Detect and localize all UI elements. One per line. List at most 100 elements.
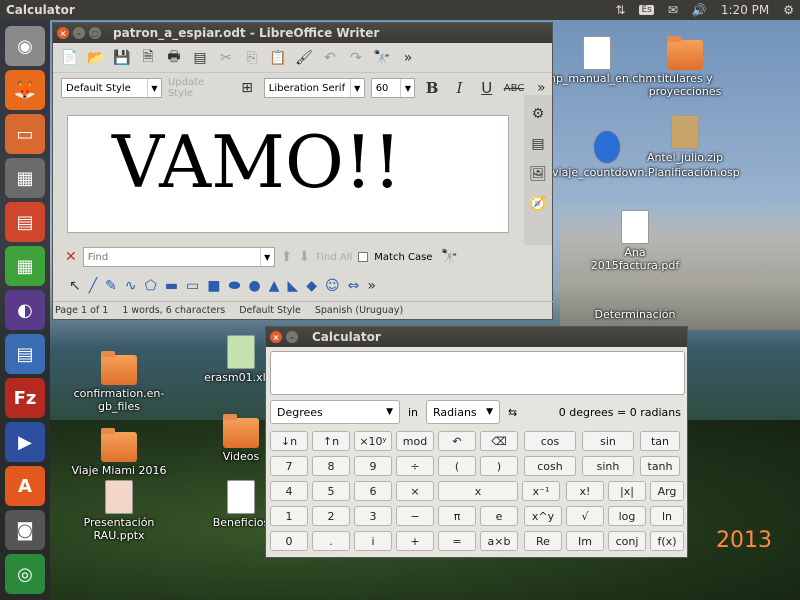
document-text[interactable]: VAMO!!: [112, 120, 402, 204]
screenshot-icon[interactable]: ◙: [5, 510, 45, 550]
clone-formatting-icon[interactable]: 🖌: [293, 47, 315, 69]
desktop-file-antel-zip[interactable]: Antel_julio.zip: [630, 115, 740, 164]
writer-titlebar[interactable]: × – ▢ patron_a_espiar.odt - LibreOffice …: [53, 23, 552, 43]
key-1-8[interactable]: tanh: [640, 456, 680, 476]
calculator-titlebar[interactable]: × – Calculator: [266, 327, 687, 347]
font-name-select[interactable]: Liberation Serif ▼: [263, 78, 365, 98]
desktop-file-ana-factura[interactable]: Ana 2015factura.pdf: [580, 210, 690, 272]
key-2-4[interactable]: x: [438, 481, 518, 501]
key-3-9[interactable]: ln: [650, 506, 684, 526]
maximize-icon[interactable]: ▢: [89, 27, 101, 39]
line-icon[interactable]: ╱: [89, 278, 97, 294]
diamond-icon[interactable]: ◆: [306, 278, 317, 294]
files-icon[interactable]: ▭: [5, 114, 45, 154]
key-0-6[interactable]: cos: [524, 431, 576, 451]
calculator-icon[interactable]: ▦: [5, 158, 45, 198]
key-0-5[interactable]: ⌫: [480, 431, 518, 451]
minimize-icon[interactable]: –: [73, 27, 85, 39]
clock[interactable]: 1:20 PM: [721, 3, 769, 17]
update-style-button[interactable]: Update Style: [168, 77, 231, 99]
double-arrow-icon[interactable]: ⇔: [348, 278, 360, 294]
key-0-8[interactable]: tan: [640, 431, 680, 451]
key-4-7[interactable]: Im: [566, 531, 604, 551]
more-icon[interactable]: »: [397, 47, 419, 69]
settings-gear-icon[interactable]: ⚙: [783, 3, 794, 17]
rounded-rectangle-icon[interactable]: ▭: [186, 278, 199, 294]
key-0-2[interactable]: ×10ʸ: [354, 431, 392, 451]
key-1-3[interactable]: ÷: [396, 456, 434, 476]
navigator-icon[interactable]: 🧭: [527, 193, 549, 215]
polygon-icon[interactable]: ⬠: [145, 278, 157, 294]
desktop-folder-titulares[interactable]: titulares y proyecciones: [630, 36, 740, 98]
key-3-3[interactable]: −: [396, 506, 434, 526]
close-icon[interactable]: ×: [270, 331, 282, 343]
bold-button[interactable]: B: [421, 77, 442, 99]
undo-icon[interactable]: ↶: [319, 47, 341, 69]
media-player-icon[interactable]: ▶: [5, 422, 45, 462]
impress-icon[interactable]: ▤: [5, 202, 45, 242]
key-2-8[interactable]: Arg: [650, 481, 684, 501]
rectangle-icon[interactable]: ▬: [165, 278, 178, 294]
paste-icon[interactable]: 📋: [267, 47, 289, 69]
print-preview-icon[interactable]: ▤: [189, 47, 211, 69]
mail-icon[interactable]: ✉: [668, 3, 678, 17]
underline-button[interactable]: U: [476, 77, 497, 99]
key-0-0[interactable]: ↓n: [270, 431, 308, 451]
angle-unit-select[interactable]: Degrees ▼: [270, 400, 400, 424]
find-all-button[interactable]: Find All: [316, 252, 352, 263]
writer-icon[interactable]: ▤: [5, 334, 45, 374]
key-1-5[interactable]: ): [480, 456, 518, 476]
open-folder-icon[interactable]: 📂: [85, 47, 107, 69]
find-replace-icon[interactable]: 🔭: [438, 246, 460, 268]
copy-icon[interactable]: ⎘: [241, 47, 263, 69]
key-1-4[interactable]: (: [438, 456, 476, 476]
key-3-2[interactable]: 3: [354, 506, 392, 526]
document-page[interactable]: VAMO!!: [67, 115, 509, 233]
styles-icon[interactable]: ▤: [527, 133, 549, 155]
key-2-1[interactable]: 5: [312, 481, 350, 501]
gallery-icon[interactable]: 🖼: [527, 163, 549, 185]
calculator-display[interactable]: [270, 351, 685, 395]
key-2-3[interactable]: ×: [396, 481, 434, 501]
key-3-7[interactable]: √: [566, 506, 604, 526]
match-case-checkbox[interactable]: [358, 252, 369, 262]
square-icon[interactable]: ■: [207, 278, 220, 294]
key-4-3[interactable]: +: [396, 531, 434, 551]
find-replace-icon[interactable]: 🔭: [371, 47, 393, 69]
key-4-2[interactable]: i: [354, 531, 392, 551]
eclipse-icon[interactable]: ◐: [5, 290, 45, 330]
desktop-folder-confirmation[interactable]: confirmation.en-gb_files: [64, 351, 174, 413]
key-0-1[interactable]: ↑n: [312, 431, 350, 451]
key-3-1[interactable]: 2: [312, 506, 350, 526]
key-2-2[interactable]: 6: [354, 481, 392, 501]
key-3-4[interactable]: π: [438, 506, 476, 526]
ellipse-icon[interactable]: ⬬: [229, 278, 241, 294]
find-next-icon[interactable]: ⬇: [298, 249, 310, 265]
key-1-0[interactable]: 7: [270, 456, 308, 476]
key-2-0[interactable]: 4: [270, 481, 308, 501]
smiley-icon[interactable]: ☺: [325, 278, 340, 294]
freeform-line-icon[interactable]: ✎: [105, 278, 117, 294]
key-3-0[interactable]: 1: [270, 506, 308, 526]
redo-icon[interactable]: ↷: [345, 47, 367, 69]
find-input[interactable]: Find ▼: [82, 247, 275, 267]
key-1-7[interactable]: sinh: [582, 456, 634, 476]
paragraph-style-select[interactable]: Default Style ▼: [61, 78, 162, 98]
key-4-4[interactable]: =: [438, 531, 476, 551]
key-2-5[interactable]: x⁻¹: [522, 481, 560, 501]
key-1-6[interactable]: cosh: [524, 456, 576, 476]
properties-icon[interactable]: ⚙: [527, 103, 549, 125]
volume-icon[interactable]: 🔊: [692, 3, 707, 17]
dash-icon[interactable]: ◉: [5, 26, 45, 66]
key-3-5[interactable]: e: [480, 506, 518, 526]
status-language[interactable]: Spanish (Uruguay): [315, 305, 403, 316]
circle-icon[interactable]: ●: [248, 278, 260, 294]
firefox-icon[interactable]: 🦊: [5, 70, 45, 110]
key-1-2[interactable]: 9: [354, 456, 392, 476]
find-previous-icon[interactable]: ⬆: [281, 249, 293, 265]
italic-button[interactable]: I: [449, 77, 470, 99]
key-3-6[interactable]: x^y: [524, 506, 562, 526]
save-icon[interactable]: 💾: [111, 47, 133, 69]
calc-spreadsheet-icon[interactable]: ▦: [5, 246, 45, 286]
key-0-7[interactable]: sin: [582, 431, 634, 451]
